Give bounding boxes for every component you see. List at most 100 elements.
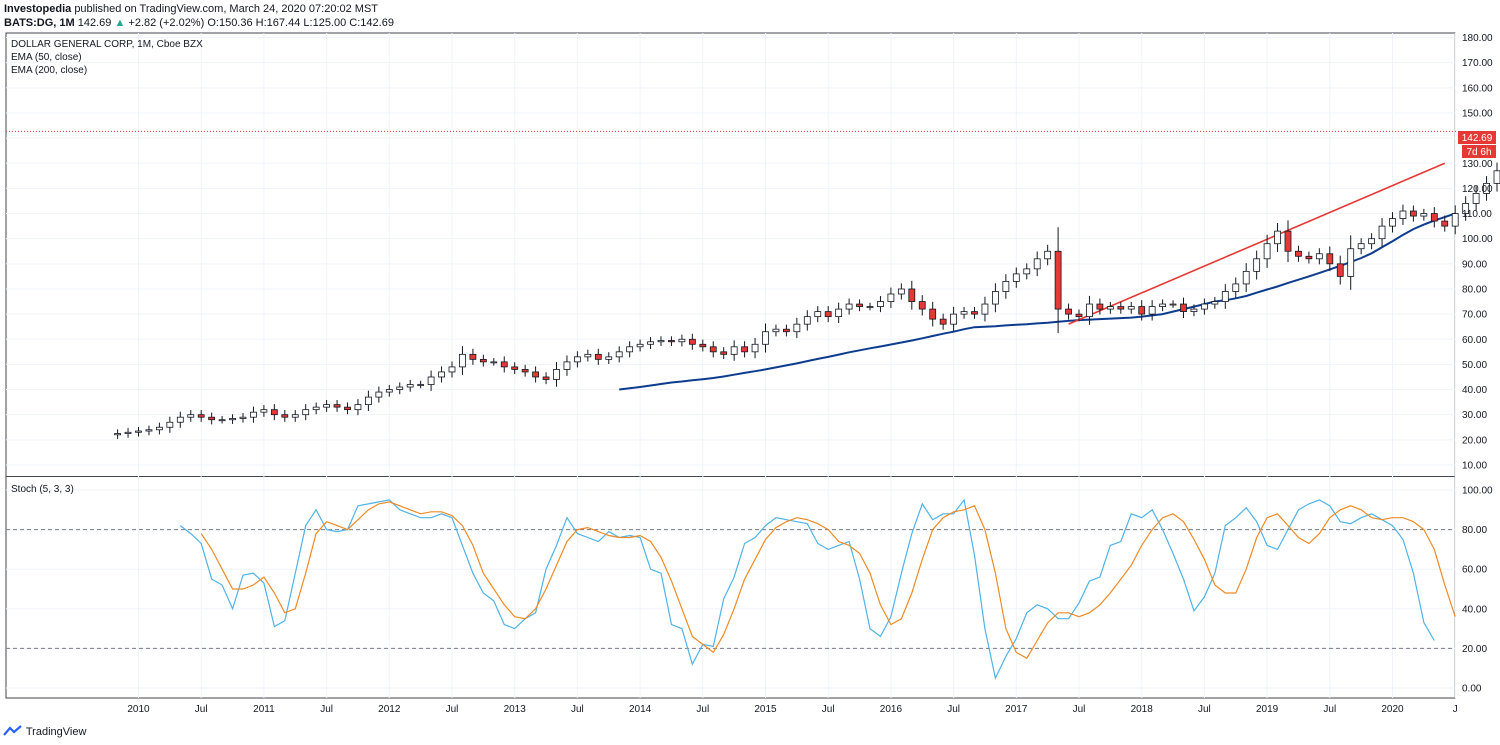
candle	[333, 399, 341, 412]
candle-body	[364, 396, 372, 406]
candle-body	[250, 411, 257, 418]
candle	[908, 280, 916, 310]
candle-body	[459, 353, 466, 368]
candle-body	[626, 346, 634, 353]
price-axis-label: 110.00	[1462, 209, 1492, 220]
candle-body	[678, 338, 686, 343]
candle-body	[1054, 250, 1062, 310]
candle-body	[490, 361, 498, 364]
candle-body	[1221, 291, 1229, 302]
candle-body	[845, 303, 853, 310]
candle	[1169, 300, 1177, 308]
candle-body	[1096, 303, 1104, 310]
candle-body	[1357, 243, 1365, 250]
candle-body	[897, 288, 905, 295]
candle	[427, 370, 435, 391]
stoch-axis-label: 20.00	[1462, 644, 1487, 655]
candle-body	[1399, 210, 1407, 219]
tradingview-logo-icon	[3, 725, 22, 736]
candle-body	[1242, 270, 1250, 285]
candle-body	[1138, 306, 1146, 315]
stoch-axis-label: 80.00	[1462, 525, 1487, 536]
candle-body	[1420, 213, 1428, 217]
candle-body	[699, 343, 707, 348]
candle	[783, 324, 790, 337]
candle	[354, 399, 362, 416]
candle	[155, 422, 163, 435]
candle-body	[1263, 243, 1271, 260]
candle	[469, 348, 477, 365]
candle-body	[1430, 213, 1438, 222]
candle-body	[114, 433, 121, 436]
candle-body	[197, 414, 205, 418]
candle	[521, 364, 529, 377]
candle-body	[1148, 306, 1156, 315]
candle-body	[1232, 283, 1240, 292]
candle	[281, 410, 289, 422]
candle	[1389, 212, 1396, 233]
candle	[250, 406, 257, 423]
candle-body	[1211, 301, 1219, 305]
candle-body	[1033, 258, 1041, 270]
time-axis-label: Jul	[320, 704, 333, 715]
candle-body	[992, 291, 999, 305]
candle-body	[1378, 225, 1386, 240]
time-axis-label: 2016	[880, 704, 903, 715]
candle	[532, 366, 539, 383]
candle-body	[344, 406, 351, 411]
candle	[772, 324, 780, 337]
time-axis-label: Jul	[1198, 704, 1211, 715]
candle-body	[762, 331, 769, 345]
candle	[135, 426, 142, 437]
candle-body	[145, 429, 153, 432]
candle-body	[208, 416, 216, 421]
candle-body	[636, 343, 644, 348]
candle	[1127, 301, 1135, 314]
candle-body	[1326, 253, 1334, 265]
time-axis-label: J	[1453, 704, 1458, 715]
time-axis-label: Jul	[446, 704, 459, 715]
candle-body	[783, 328, 790, 333]
legend-title: DOLLAR GENERAL CORP, 1M, Cboe BZX	[11, 39, 203, 50]
legend-ema200: EMA (200, close)	[11, 65, 87, 76]
candle-body	[500, 361, 508, 368]
candle-body	[1180, 303, 1187, 312]
candle	[845, 298, 853, 315]
candle	[553, 362, 560, 387]
candle-body	[323, 404, 331, 408]
candle-body	[270, 409, 278, 416]
candle-body	[281, 414, 289, 418]
candle-body	[960, 311, 968, 315]
candle-body	[1065, 308, 1072, 315]
candle	[887, 287, 895, 308]
candle-body	[396, 386, 404, 390]
candle-body	[291, 414, 299, 418]
candle	[730, 340, 738, 361]
price-axis-label: 10.00	[1462, 460, 1487, 471]
candle	[448, 361, 456, 378]
candle	[417, 380, 425, 389]
stoch-axis-label: 60.00	[1462, 565, 1487, 576]
candle-body	[1159, 303, 1166, 307]
candle	[364, 390, 372, 412]
candle-body	[427, 376, 435, 385]
candle-body	[1075, 313, 1083, 318]
time-axis-label: 2013	[504, 704, 527, 715]
candle-body	[1086, 303, 1093, 318]
candle	[1012, 267, 1020, 288]
time-axis-label: 2012	[378, 704, 401, 715]
candle	[1368, 233, 1375, 250]
price-axis-label: 170.00	[1462, 58, 1493, 69]
chart-canvas[interactable]: DOLLAR GENERAL CORP, 1M, Cboe BZX EMA (5…	[0, 0, 1500, 745]
candle	[992, 283, 999, 313]
candle	[1201, 298, 1208, 315]
candle-body	[866, 306, 874, 308]
candle-body	[135, 430, 142, 433]
candle	[1054, 227, 1062, 334]
candle-body	[908, 288, 916, 302]
tradingview-footer[interactable]: TradingView	[3, 725, 86, 738]
candle-body	[1106, 306, 1114, 310]
candle	[950, 306, 957, 332]
candle-body	[1023, 268, 1031, 275]
candle-body	[1002, 281, 1010, 292]
